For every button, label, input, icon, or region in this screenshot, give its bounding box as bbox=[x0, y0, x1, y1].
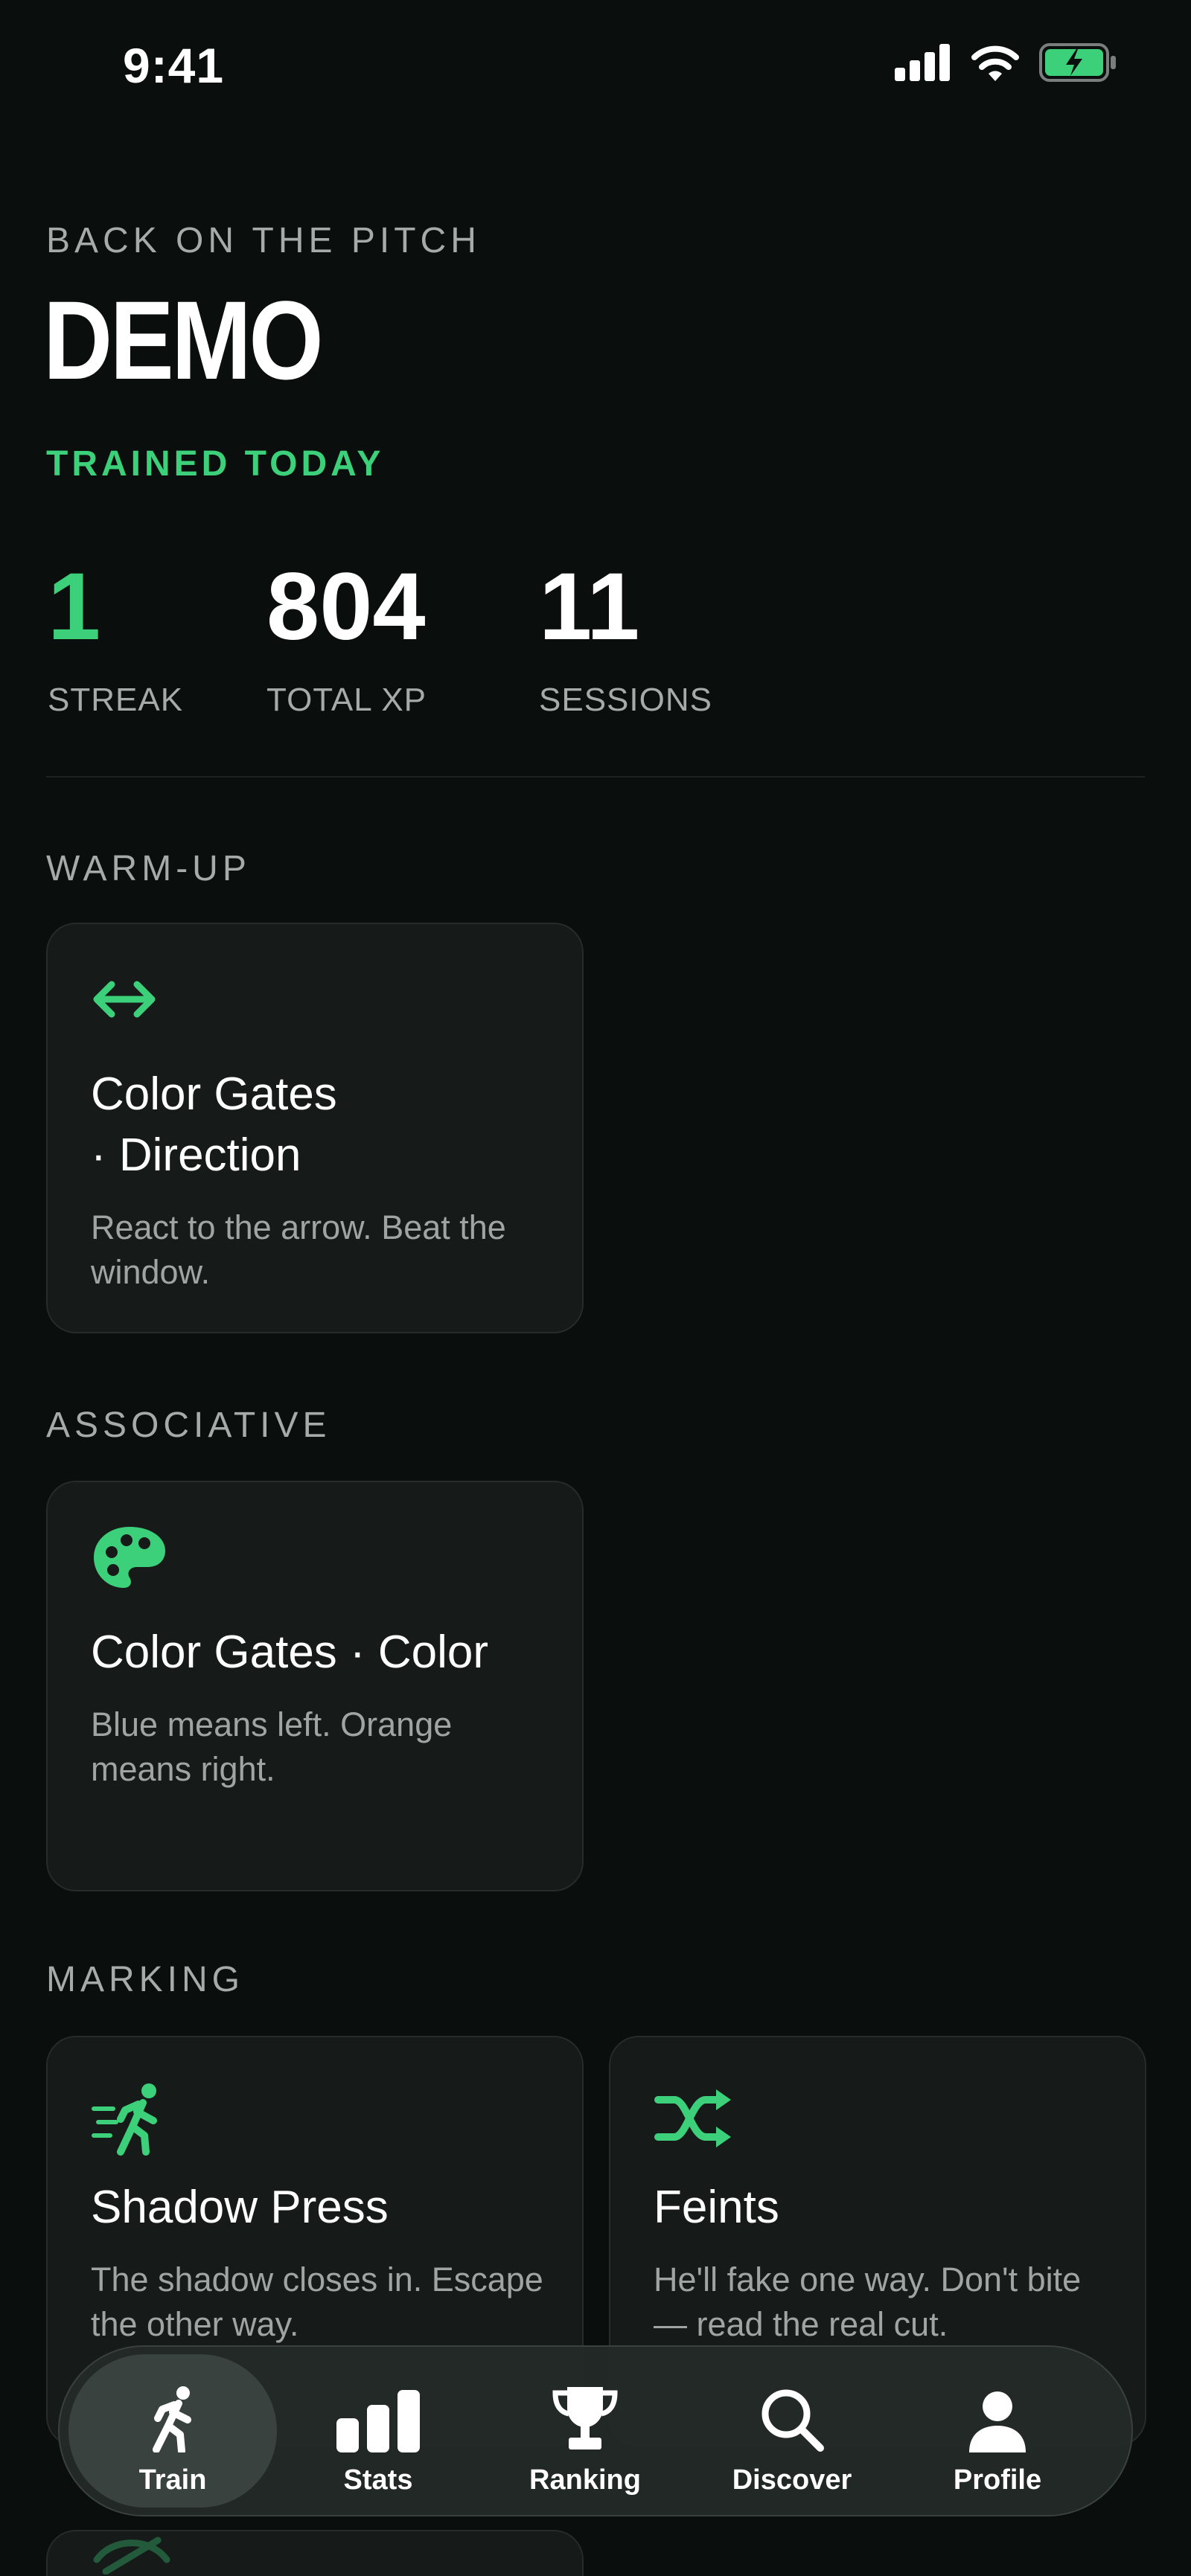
cellular-signal-icon bbox=[895, 44, 950, 81]
section-title-marking: MARKING bbox=[46, 1960, 245, 1999]
stat-streak-label: STREAK bbox=[48, 682, 184, 718]
card-description: Blue means left. Orange means right. bbox=[91, 1705, 453, 1788]
trophy-icon bbox=[551, 2378, 619, 2452]
wifi-icon bbox=[971, 45, 1019, 81]
player-name: DEMO bbox=[43, 278, 324, 403]
section-title-warm-up: WARM-UP bbox=[46, 849, 251, 888]
tab-ranking[interactable]: Ranking bbox=[481, 2354, 689, 2508]
drill-card-color-gates-direction[interactable]: Color Gates · Direction React to the arr… bbox=[46, 923, 584, 1333]
left-right-arrow-icon bbox=[91, 973, 158, 1029]
person-icon bbox=[968, 2378, 1027, 2452]
divider bbox=[46, 776, 1145, 778]
card-description: The shadow closes in. Escape the other w… bbox=[91, 2261, 543, 2343]
card-title: Shadow Press bbox=[91, 2182, 389, 2233]
home-screen: 9:41 BACK ON THE PITCH DEMO TRAINED TODA… bbox=[0, 0, 1191, 2576]
battery-charging-icon bbox=[1039, 43, 1116, 82]
tab-label: Profile bbox=[953, 2464, 1042, 2496]
tab-label: Ranking bbox=[529, 2464, 641, 2496]
stat-total-xp-label: TOTAL XP bbox=[266, 682, 427, 718]
stat-sessions-label: SESSIONS bbox=[539, 682, 712, 718]
running-figure-icon bbox=[141, 2378, 204, 2452]
status-time: 9:41 bbox=[123, 38, 225, 93]
tab-stats[interactable]: Stats bbox=[274, 2354, 482, 2508]
tab-label: Train bbox=[138, 2464, 207, 2496]
tab-train[interactable]: Train bbox=[68, 2354, 277, 2508]
tab-discover[interactable]: Discover bbox=[688, 2354, 896, 2508]
tab-profile[interactable]: Profile bbox=[893, 2354, 1102, 2508]
stat-streak-value: 1 bbox=[48, 554, 101, 660]
running-person-icon bbox=[91, 2082, 173, 2160]
greeting-eyebrow: BACK ON THE PITCH bbox=[46, 221, 481, 260]
section-title-associative: ASSOCIATIVE bbox=[46, 1406, 331, 1445]
card-description: He'll fake one way. Don't bite — read th… bbox=[654, 2261, 1082, 2343]
stat-streak: 1 STREAK bbox=[48, 560, 183, 719]
palette-icon bbox=[91, 1524, 168, 1595]
tab-label: Stats bbox=[343, 2464, 413, 2496]
drill-card-color-gates-color[interactable]: Color Gates · Color Blue means left. Ora… bbox=[46, 1481, 584, 1891]
trained-status: TRAINED TODAY bbox=[46, 444, 385, 484]
status-icons bbox=[895, 43, 1117, 82]
shuffle-icon bbox=[654, 2086, 735, 2154]
eye-slash-icon bbox=[91, 2530, 173, 2576]
tab-label: Discover bbox=[732, 2464, 852, 2496]
tab-bar: Train Stats Ranking Discover Profile bbox=[58, 2345, 1133, 2516]
search-icon bbox=[759, 2378, 825, 2452]
status-bar: 9:41 bbox=[0, 0, 1191, 134]
stat-sessions: 11 SESSIONS bbox=[539, 560, 712, 719]
stat-total-xp-value: 804 bbox=[266, 554, 426, 660]
card-title: Color Gates · Color bbox=[91, 1627, 489, 1678]
stat-sessions-value: 11 bbox=[539, 554, 640, 660]
card-description: React to the arrow. Beat the window. bbox=[91, 1208, 506, 1291]
card-title: Feints bbox=[654, 2182, 779, 2233]
bar-chart-icon bbox=[336, 2378, 420, 2452]
card-title: Color Gates · Direction bbox=[91, 1068, 337, 1181]
stat-total-xp: 804 TOTAL XP bbox=[266, 560, 427, 719]
